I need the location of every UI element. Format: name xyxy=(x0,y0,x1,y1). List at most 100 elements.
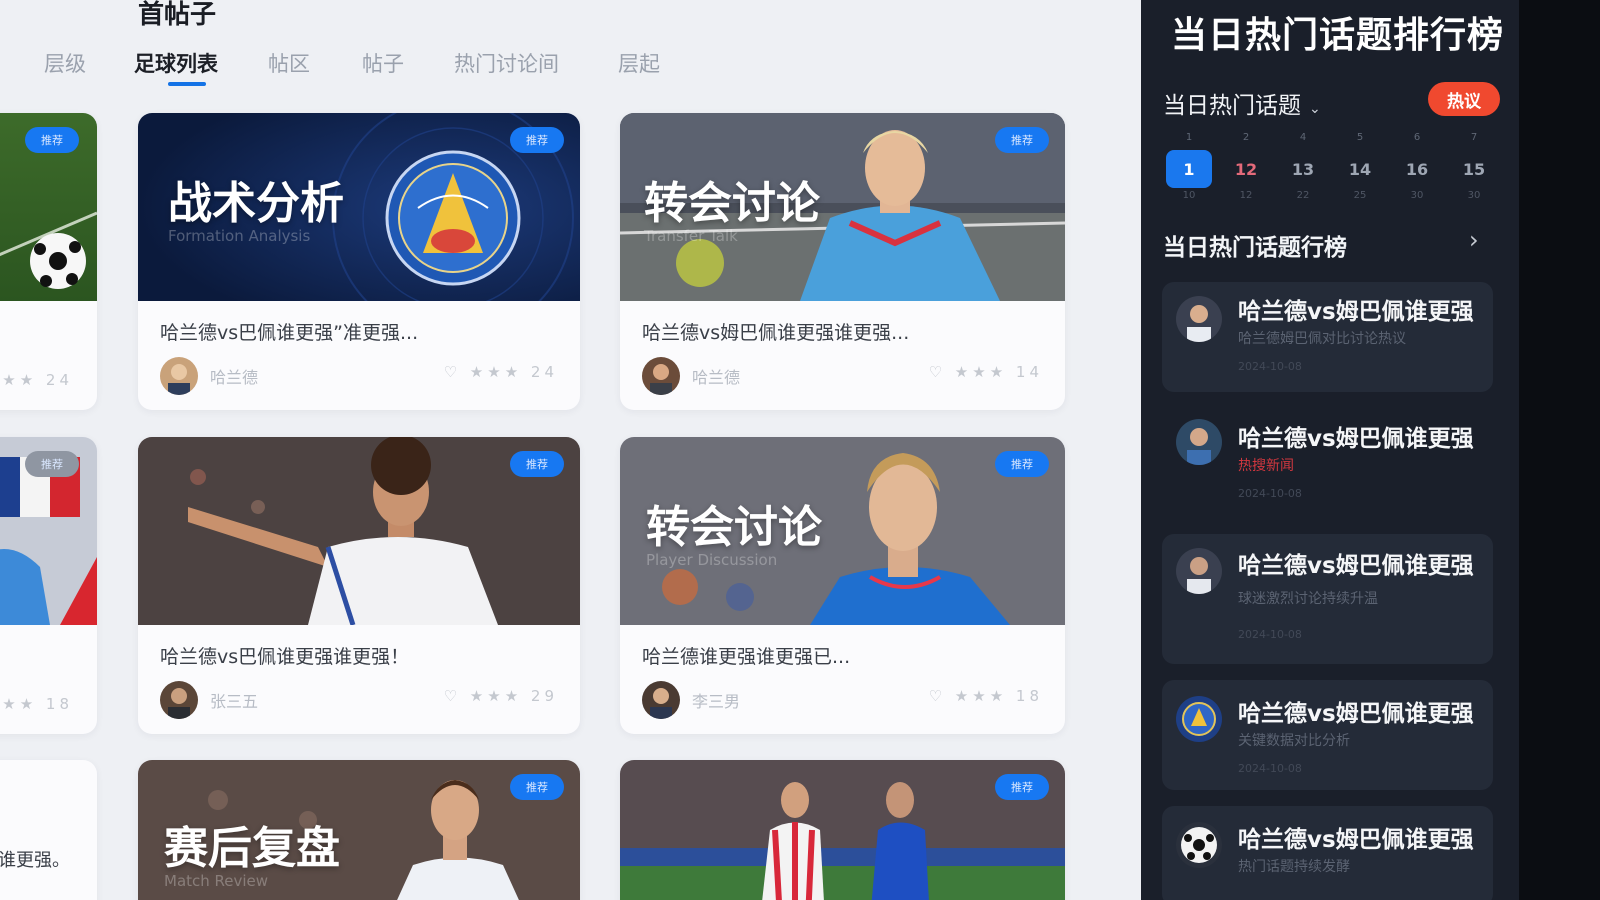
rank-item-time: 2024-10-08 xyxy=(1238,762,1302,775)
recommend-badge: 推荐 xyxy=(995,451,1049,477)
avatar xyxy=(1176,419,1222,465)
rank-item[interactable]: 哈兰德vs姆巴佩谁更强 热搜新闻 2024-10-08 xyxy=(1162,405,1493,515)
day-bottom-label: 12 xyxy=(1239,190,1253,201)
post-card-text: 谁更强。 xyxy=(0,850,70,871)
avatar xyxy=(642,357,680,395)
recommend-badge: 推荐 xyxy=(510,127,564,153)
day-top-label: 1 xyxy=(1185,132,1193,143)
card-overlay-subtitle: Player Discussion xyxy=(646,551,778,569)
avatar xyxy=(160,357,198,395)
recommend-badge: 推荐 xyxy=(510,774,564,800)
topic-dropdown-label: 当日热门话题 xyxy=(1163,93,1301,119)
rank-item-title: 哈兰德vs姆巴佩谁更强 xyxy=(1238,701,1474,727)
window-edge xyxy=(1519,0,1600,900)
author-name: 李三男 xyxy=(692,692,741,711)
tab-posts[interactable]: 帖子 xyxy=(362,48,404,78)
active-tab-indicator xyxy=(168,82,206,86)
post-card-text: 哈兰德谁更强谁更强已... xyxy=(642,646,851,668)
day-top-label: 7 xyxy=(1470,132,1478,143)
rank-item-desc: 哈兰德姆巴佩对比讨论热议 xyxy=(1238,331,1406,347)
hot-topics-panel: 当日热门话题排行榜 当日热门话题 ⌄ 热议 1 1 10 2 12 12 4 13… xyxy=(1141,0,1519,900)
recommend-badge: 推荐 xyxy=(25,127,79,153)
post-card-player[interactable]: 推荐 哈兰德vs巴佩谁更强谁更强！ 张三五 ♡ ★★★ 29 xyxy=(138,437,580,734)
card-overlay-title: 转会讨论 xyxy=(644,178,820,229)
post-card-review[interactable]: 推荐 赛后复盘 Match Review xyxy=(138,760,580,900)
rank-item[interactable]: 哈兰德vs姆巴佩谁更强 关键数据对比分析 2024-10-08 xyxy=(1162,680,1493,790)
recommend-badge: 推荐 xyxy=(510,451,564,477)
avatar xyxy=(1176,296,1222,342)
rank-item[interactable]: 哈兰德vs姆巴佩谁更强 球迷激烈讨论持续升温 2024-10-08 xyxy=(1162,534,1493,664)
hot-button[interactable]: 热议 xyxy=(1428,82,1500,116)
day-top-label: 4 xyxy=(1299,132,1307,143)
day-number: 1 xyxy=(1166,150,1212,188)
day-number: 14 xyxy=(1348,159,1372,179)
panel-title: 当日热门话题排行榜 xyxy=(1171,15,1505,56)
page-title: 首帖子 xyxy=(138,0,217,30)
avatar xyxy=(642,681,680,719)
rank-item-desc: 热搜新闻 xyxy=(1238,458,1294,474)
day-top-label: 5 xyxy=(1356,132,1364,143)
card-overlay-subtitle: Match Review xyxy=(164,872,269,890)
day-number: 13 xyxy=(1291,159,1315,179)
day-bottom-label: 10 xyxy=(1182,190,1196,201)
day-bottom-label: 25 xyxy=(1353,190,1367,201)
card-stats: ♡ ★★★ 29 xyxy=(443,687,558,705)
card-stats: ♡ ★★★ 14 xyxy=(928,363,1043,381)
post-card-author: 李三男 xyxy=(642,681,740,719)
post-card-text: 哈兰德vs巴佩谁更强”准更强... xyxy=(160,322,419,344)
card-overlay-subtitle: Transfer Talk xyxy=(644,227,738,245)
soccer-ball-icon xyxy=(1176,822,1222,868)
chevron-right-icon[interactable]: › xyxy=(1469,226,1479,254)
post-card-partial-1[interactable]: 推荐 ★★ 24 xyxy=(0,113,97,410)
day-top-label: 6 xyxy=(1413,132,1421,143)
chevron-down-icon: ⌄ xyxy=(1309,101,1321,117)
card-stats: ★★ 18 xyxy=(2,695,73,713)
rank-item-time: 2024-10-08 xyxy=(1238,487,1302,500)
day-6[interactable]: 7 15 30 xyxy=(1451,132,1497,201)
ranking-heading: 当日热门话题行榜 xyxy=(1163,235,1347,261)
author-name: 张三五 xyxy=(210,692,259,711)
tab-board[interactable]: 帖区 xyxy=(268,48,310,78)
rank-item[interactable]: 哈兰德vs姆巴佩谁更强 哈兰德姆巴佩对比讨论热议 2024-10-08 xyxy=(1162,282,1493,392)
post-card-transfer-2[interactable]: 推荐 转会讨论 Player Discussion 哈兰德谁更强谁更强已... … xyxy=(620,437,1065,734)
day-number: 16 xyxy=(1405,159,1429,179)
day-number: 12 xyxy=(1234,159,1258,179)
day-2[interactable]: 2 12 12 xyxy=(1223,132,1269,201)
avatar xyxy=(160,681,198,719)
post-card-tactics[interactable]: 推荐 战术分析 Formation Analysis 哈兰德vs巴佩谁更强”准更… xyxy=(138,113,580,410)
card-overlay-title: 战术分析 xyxy=(168,178,344,229)
main-content: 首帖子 层级 足球列表 帖区 帖子 热门讨论间 层起 推荐 ★★ 24 推荐 ★… xyxy=(0,0,1141,900)
post-card-match[interactable]: 推荐 xyxy=(620,760,1065,900)
rank-item-title: 哈兰德vs姆巴佩谁更强 xyxy=(1238,299,1474,325)
day-bottom-label: 30 xyxy=(1410,190,1424,201)
tab-more[interactable]: 层起 xyxy=(618,48,660,78)
post-card-author: 张三五 xyxy=(160,681,258,719)
card-stats: ♡ ★★★ 24 xyxy=(443,363,558,381)
post-card-transfer[interactable]: 推荐 转会讨论 Transfer Talk 哈兰德vs姆巴佩谁更强谁更强... … xyxy=(620,113,1065,410)
rank-item[interactable]: 哈兰德vs姆巴佩谁更强 热门话题持续发酵 xyxy=(1162,806,1493,900)
day-bottom-label: 30 xyxy=(1467,190,1481,201)
post-card-partial-2[interactable]: 推荐 ★★ 18 xyxy=(0,437,97,734)
topic-dropdown[interactable]: 当日热门话题 ⌄ xyxy=(1163,86,1321,120)
rank-item-title: 哈兰德vs姆巴佩谁更强 xyxy=(1238,553,1474,579)
recommend-badge: 推荐 xyxy=(25,451,79,477)
day-3[interactable]: 4 13 22 xyxy=(1280,132,1326,201)
day-1[interactable]: 1 1 10 xyxy=(1166,132,1212,201)
tab-level[interactable]: 层级 xyxy=(44,48,86,78)
post-card-text: 哈兰德vs巴佩谁更强谁更强！ xyxy=(160,646,410,668)
tab-hot-room[interactable]: 热门讨论间 xyxy=(454,48,559,78)
category-tabs: 层级 足球列表 帖区 帖子 热门讨论间 层起 xyxy=(0,44,700,92)
day-number: 15 xyxy=(1462,159,1486,179)
avatar xyxy=(1176,696,1222,742)
rank-item-title: 哈兰德vs姆巴佩谁更强 xyxy=(1238,426,1474,452)
avatar xyxy=(1176,548,1222,594)
day-5[interactable]: 6 16 30 xyxy=(1394,132,1440,201)
post-card-author: 哈兰德 xyxy=(160,357,258,395)
recommend-badge: 推荐 xyxy=(995,774,1049,800)
post-card-text: 哈兰德vs姆巴佩谁更强谁更强... xyxy=(642,322,910,344)
rank-item-desc: 球迷激烈讨论持续升温 xyxy=(1238,591,1378,607)
tab-football-list[interactable]: 足球列表 xyxy=(134,48,218,78)
card-overlay-title: 转会讨论 xyxy=(646,502,822,553)
day-4[interactable]: 5 14 25 xyxy=(1337,132,1383,201)
post-card-partial-3[interactable]: 谁更强。 xyxy=(0,760,97,900)
